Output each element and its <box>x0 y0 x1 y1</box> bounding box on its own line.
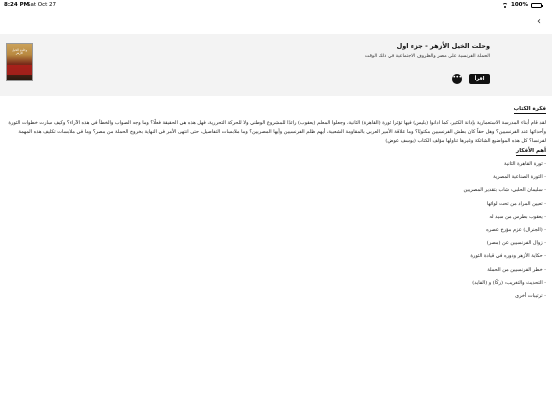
list-item-label: ثورة القاهرة الثانية <box>504 161 543 167</box>
status-date: Sat Oct 27 <box>27 2 57 8</box>
list-item[interactable]: - خطر الفرنسيين من الحملة <box>464 267 546 280</box>
list-item[interactable]: - ترتيبات أخرى <box>464 293 546 306</box>
status-time: 8:24 PM <box>4 2 30 8</box>
list-item[interactable]: - التحديث والتغريب: (ركًا) و (الفايد) <box>464 280 546 293</box>
wifi-icon <box>502 2 508 8</box>
battery-icon <box>531 2 543 8</box>
cover-art <box>7 65 32 75</box>
summary-heading: فكرة الكتاب <box>513 106 546 114</box>
list-item[interactable]: - تعيين المراد من تحت لوائها <box>464 201 546 214</box>
list-item[interactable]: - يعقوب بطرس من سيد له <box>464 214 546 227</box>
events-heading: أهم الأفكار <box>516 148 546 156</box>
book-subtitle: الحملة الفرنسية على مصر والظروف الاجتماع… <box>364 54 490 59</box>
list-item-label: ترتيبات أخرى <box>515 292 543 299</box>
book-header: وحلت الخيل الأزهر وحلت الخيل الأزهر - جز… <box>0 34 552 96</box>
list-item[interactable]: - حكاية الأزهر ودوره في قيادة الثورة <box>464 253 546 266</box>
list-item-label: التحديث والتغريب: (ركًا) و (الفايد) <box>472 279 543 286</box>
more-options-icon[interactable]: ••• <box>452 74 462 84</box>
cover-title: وحلت الخيل الأزهر <box>11 48 28 56</box>
list-item[interactable]: - زوال الفرنسيين عن (مصر) <box>464 240 546 253</box>
list-item-label: (الجنرال) عزم مؤرخ عصره <box>486 226 543 233</box>
list-item-label: الثورة الصناعية المصرية <box>493 174 543 181</box>
list-item[interactable]: - (الجنرال) عزم مؤرخ عصره <box>464 227 546 240</box>
book-cover[interactable]: وحلت الخيل الأزهر <box>6 43 33 81</box>
back-chevron-icon[interactable]: ‹ <box>534 17 544 27</box>
book-title: وحلت الخيل الأزهر - جزء اول <box>396 42 490 50</box>
list-item-label: يعقوب بطرس من سيد له <box>489 213 543 220</box>
list-item-label: زوال الفرنسيين عن (مصر) <box>486 240 543 247</box>
list-item-label: حكاية الأزهر ودوره في قيادة الثورة <box>470 253 543 260</box>
read-button[interactable]: اقرأ <box>469 74 490 84</box>
list-item[interactable]: - الثورة الصناعية المصرية <box>464 174 546 187</box>
list-item-label: تعيين المراد من تحت لوائها <box>486 200 543 207</box>
list-item-label: سليمان الحلبي: شاب بتقدير المصريين <box>463 187 543 194</box>
status-indicators: 100% <box>502 2 543 8</box>
list-item[interactable]: - سليمان الحلبي: شاب بتقدير المصريين <box>464 187 546 200</box>
summary-text: لقد قام أبناء المدرسة الاستعمارية بإدانة… <box>8 120 546 144</box>
battery-percent: 100% <box>511 2 528 8</box>
list-item-label: خطر الفرنسيين من الحملة <box>487 266 543 273</box>
status-bar: 8:24 PM Sat Oct 27 100% <box>0 0 552 10</box>
list-item[interactable]: - ثورة القاهرة الثانية <box>464 161 546 174</box>
events-list: - ثورة القاهرة الثانية - الثورة الصناعية… <box>464 161 546 306</box>
